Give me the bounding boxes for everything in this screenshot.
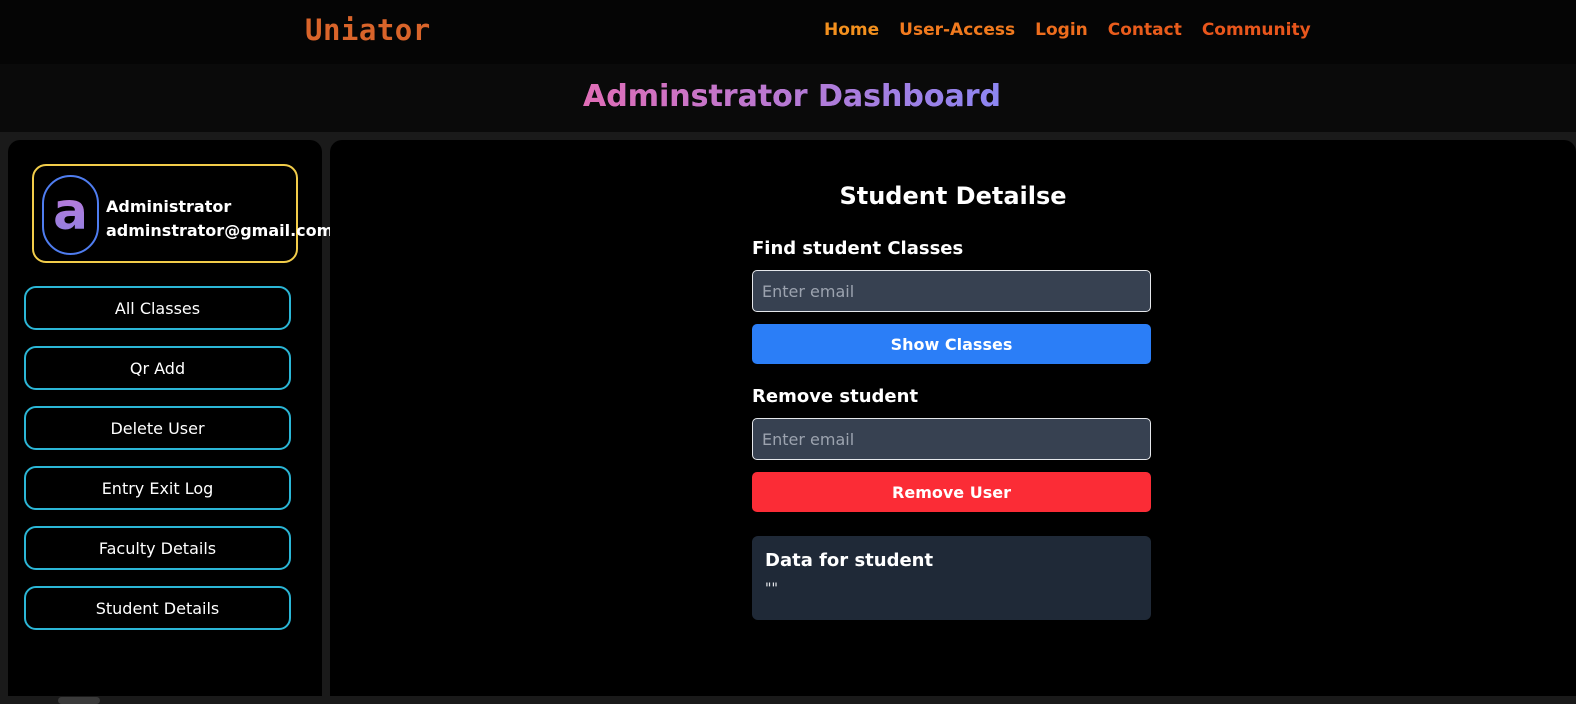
show-classes-button[interactable]: Show Classes [752, 324, 1151, 364]
section-title: Student Detailse [839, 182, 1067, 210]
sidebar-button-all-classes[interactable]: All Classes [24, 286, 291, 330]
student-form: Find student Classes Show Classes Remove… [752, 238, 1151, 620]
horizontal-scrollbar-thumb[interactable] [58, 697, 100, 704]
find-email-input[interactable] [752, 270, 1151, 312]
nav-link-contact[interactable]: Contact [1108, 20, 1182, 40]
profile-card: a Administrator adminstrator@gmail.com [32, 164, 333, 263]
page-title-text: Adminstrator Dashboard [583, 79, 1001, 114]
student-data-value: "" [765, 581, 778, 597]
top-navbar: Uniator Home User-Access Login Contact C… [0, 0, 1576, 64]
remove-student-label: Remove student [752, 386, 919, 407]
sidebar-button-student-details[interactable]: Student Details [24, 586, 291, 630]
nav-link-login[interactable]: Login [1035, 20, 1088, 40]
avatar-letter: a [52, 182, 89, 242]
title-bar: Adminstrator Dashboard [0, 64, 1576, 132]
find-classes-label: Find student Classes [752, 238, 964, 259]
avatar: a [42, 175, 99, 255]
student-data-card: Data for student "" [752, 536, 1151, 620]
nav-link-home[interactable]: Home [824, 20, 879, 40]
sidebar-button-delete-user[interactable]: Delete User [24, 406, 291, 450]
student-data-title: Data for student [765, 550, 934, 571]
profile-name: Administrator [106, 197, 232, 216]
remove-email-input[interactable] [752, 418, 1151, 460]
nav-link-community[interactable]: Community [1202, 20, 1311, 40]
sidebar-button-faculty-details[interactable]: Faculty Details [24, 526, 291, 570]
main-panel: Student Detailse Find student Classes Sh… [330, 140, 1576, 704]
sidebar-button-qr-add[interactable]: Qr Add [24, 346, 291, 390]
sidebar: a Administrator adminstrator@gmail.com A… [8, 140, 333, 704]
horizontal-scrollbar-track[interactable] [0, 696, 1576, 704]
sidebar-button-entry-exit-log[interactable]: Entry Exit Log [24, 466, 291, 510]
page-title: Adminstrator Dashboard [0, 79, 1576, 114]
nav-links: Home User-Access Login Contact Community [824, 20, 1331, 40]
profile-email: adminstrator@gmail.com [106, 221, 334, 240]
nav-link-user-access[interactable]: User-Access [899, 20, 1015, 40]
remove-user-button[interactable]: Remove User [752, 472, 1151, 512]
brand-logo[interactable]: Uniator [305, 13, 431, 47]
